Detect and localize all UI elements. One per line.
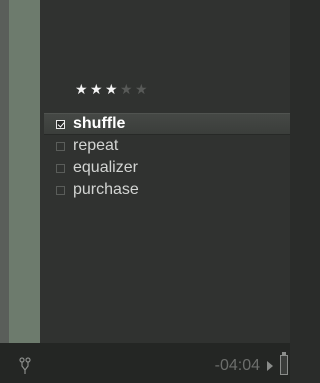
menu-item-label: purchase [73, 181, 139, 198]
battery-icon [280, 352, 288, 375]
checkbox-icon[interactable] [56, 141, 65, 151]
menu-item-repeat[interactable]: repeat [44, 135, 290, 157]
left-edge-strip [0, 0, 9, 343]
star-icon[interactable]: ★ [75, 80, 90, 98]
rating-stars[interactable]: ★★★★★ [75, 80, 150, 98]
options-menu: shuffle repeat equalizer purchase [44, 113, 290, 201]
menu-item-label: equalizer [73, 159, 138, 176]
star-icon[interactable]: ★ [90, 80, 105, 98]
menu-item-label: shuffle [73, 115, 126, 132]
checkbox-icon[interactable] [56, 163, 65, 173]
checkbox-icon[interactable] [56, 185, 65, 195]
menu-item-purchase[interactable]: purchase [44, 179, 290, 201]
star-icon[interactable]: ★ [120, 80, 135, 98]
star-icon[interactable]: ★ [105, 80, 120, 98]
side-panel-bar [9, 0, 40, 343]
menu-item-label: repeat [73, 137, 119, 154]
checkbox-checked-icon[interactable] [56, 119, 65, 129]
play-icon[interactable] [267, 361, 273, 371]
remaining-time: -04:04 [214, 357, 260, 374]
sync-icon [18, 356, 32, 379]
star-icon[interactable]: ★ [135, 80, 150, 98]
menu-item-equalizer[interactable]: equalizer [44, 157, 290, 179]
menu-item-shuffle[interactable]: shuffle [44, 113, 290, 135]
